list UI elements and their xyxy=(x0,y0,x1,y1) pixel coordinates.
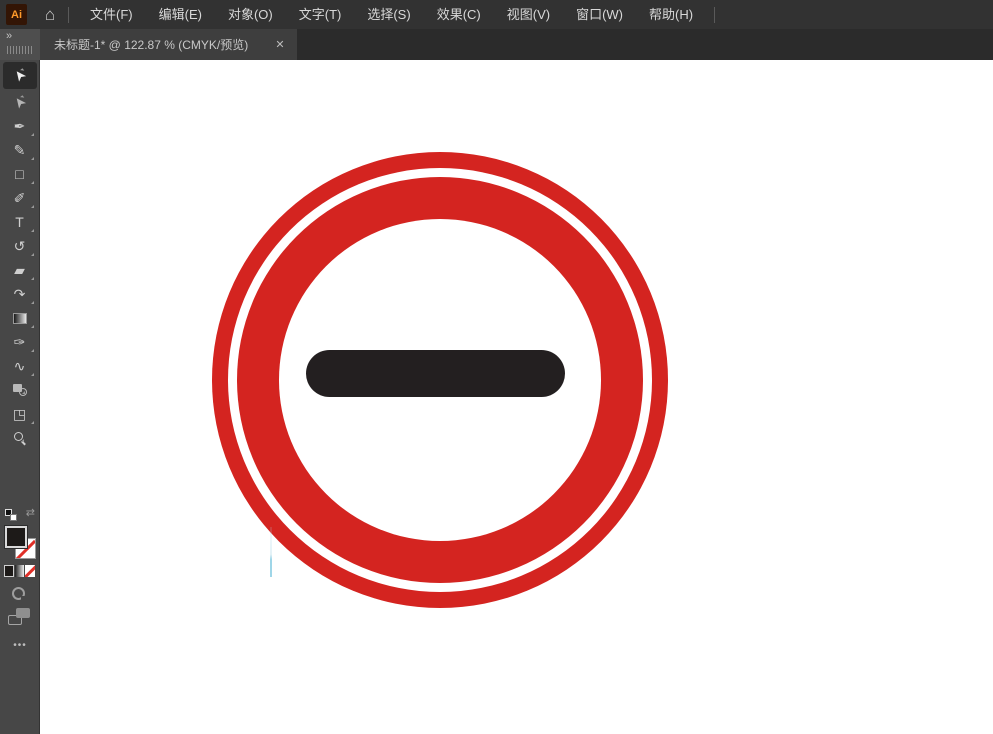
menu-item-window[interactable]: 窗口(W) xyxy=(563,0,636,29)
paintbrush-tool-icon: ✐ xyxy=(14,190,26,207)
shaper-tool[interactable]: ∿ xyxy=(4,354,36,378)
zoom-tool[interactable] xyxy=(4,426,36,450)
menu-item-type[interactable]: 文字(T) xyxy=(286,0,355,29)
fill-swatch-black[interactable] xyxy=(5,526,27,548)
tab-close-icon[interactable]: ✕ xyxy=(273,38,287,51)
curvature-tool[interactable]: ✎ xyxy=(4,138,36,162)
type-tool-icon: T xyxy=(15,214,24,230)
artboard-tool-icon: ◳ xyxy=(13,406,26,423)
gradient-button[interactable] xyxy=(15,565,25,577)
document-tab[interactable]: 未标题-1* @ 122.87 % (CMYK/预览) ✕ xyxy=(40,29,297,60)
menu-separator xyxy=(68,7,69,23)
eraser-tool-icon: ▰ xyxy=(14,262,25,279)
stray-path-artifact xyxy=(270,527,272,577)
home-icon[interactable]: ⌂ xyxy=(40,5,60,25)
eyedropper-tool[interactable]: ✑ xyxy=(4,330,36,354)
prohibition-sign-circle[interactable] xyxy=(212,152,668,608)
menu-item-object[interactable]: 对象(O) xyxy=(215,0,286,29)
gradient-tool[interactable] xyxy=(4,306,36,330)
swatch-shortcuts: ⇄ xyxy=(0,508,40,522)
gradient-tool-icon xyxy=(13,313,27,324)
expand-toolbar-button[interactable]: » xyxy=(0,29,40,43)
shape-builder-tool[interactable] xyxy=(4,378,36,402)
more-tools-button[interactable]: ••• xyxy=(0,640,40,651)
artboard-tool[interactable]: ◳ xyxy=(4,402,36,426)
shape-builder-tool-icon xyxy=(13,384,27,396)
pen-tool-icon: ✒ xyxy=(14,118,26,135)
menu-separator xyxy=(714,7,715,23)
rotate-view-tool[interactable]: ↷ xyxy=(4,282,36,306)
selection-tool-icon: ➤ xyxy=(9,66,30,86)
paintbrush-tool[interactable]: ✐ xyxy=(4,186,36,210)
rotate-tool[interactable]: ↺ xyxy=(4,234,36,258)
tools-panel: ➤ ➤ ✒ ✎ □ ✐ T ↺ ▰ ↷ ✑ ∿ ◳ xyxy=(0,60,40,734)
drawing-mode-icon[interactable] xyxy=(12,587,25,600)
menu-item-help[interactable]: 帮助(H) xyxy=(636,0,706,29)
fill-stroke-indicator xyxy=(0,524,40,564)
sign-black-bar[interactable] xyxy=(306,350,565,397)
menu-bar: Ai ⌂ 文件(F) 编辑(E) 对象(O) 文字(T) 选择(S) 效果(C)… xyxy=(0,0,993,29)
type-tool[interactable]: T xyxy=(4,210,36,234)
color-button[interactable] xyxy=(4,565,14,577)
document-tab-title: 未标题-1* @ 122.87 % (CMYK/预览) xyxy=(54,36,265,53)
swap-fill-stroke-icon[interactable]: ⇄ xyxy=(26,506,35,519)
zoom-tool-icon xyxy=(14,432,26,444)
direct-selection-tool[interactable]: ➤ xyxy=(4,90,36,114)
rotate-tool-icon: ↺ xyxy=(14,238,26,255)
shaper-tool-icon: ∿ xyxy=(14,358,26,375)
default-fill-stroke-icon[interactable] xyxy=(5,509,17,521)
direct-selection-tool-icon: ➤ xyxy=(9,92,30,112)
none-button[interactable] xyxy=(25,565,35,577)
illustrator-window: Ai ⌂ 文件(F) 编辑(E) 对象(O) 文字(T) 选择(S) 效果(C)… xyxy=(0,0,993,734)
menu-item-file[interactable]: 文件(F) xyxy=(77,0,146,29)
rotate-view-tool-icon: ↷ xyxy=(14,286,26,303)
selection-tool[interactable]: ➤ xyxy=(3,62,37,89)
toolbar-header: » xyxy=(0,29,40,60)
menu-item-effect[interactable]: 效果(C) xyxy=(424,0,494,29)
eraser-tool[interactable]: ▰ xyxy=(4,258,36,282)
document-tab-bar: 未标题-1* @ 122.87 % (CMYK/预览) ✕ xyxy=(40,29,993,60)
curvature-tool-icon: ✎ xyxy=(14,142,26,159)
color-mode-bar xyxy=(4,565,36,578)
app-logo-icon[interactable]: Ai xyxy=(6,4,27,25)
screen-mode-icon[interactable] xyxy=(8,608,30,625)
toolbar-grip-handle[interactable] xyxy=(7,46,33,54)
eyedropper-tool-icon: ✑ xyxy=(14,334,26,351)
artboard-canvas[interactable] xyxy=(40,60,993,734)
menu-item-view[interactable]: 视图(V) xyxy=(494,0,563,29)
rectangle-tool-icon: □ xyxy=(15,166,23,182)
menu-item-select[interactable]: 选择(S) xyxy=(354,0,423,29)
rectangle-tool[interactable]: □ xyxy=(4,162,36,186)
pen-tool[interactable]: ✒ xyxy=(4,114,36,138)
menu-item-edit[interactable]: 编辑(E) xyxy=(146,0,215,29)
